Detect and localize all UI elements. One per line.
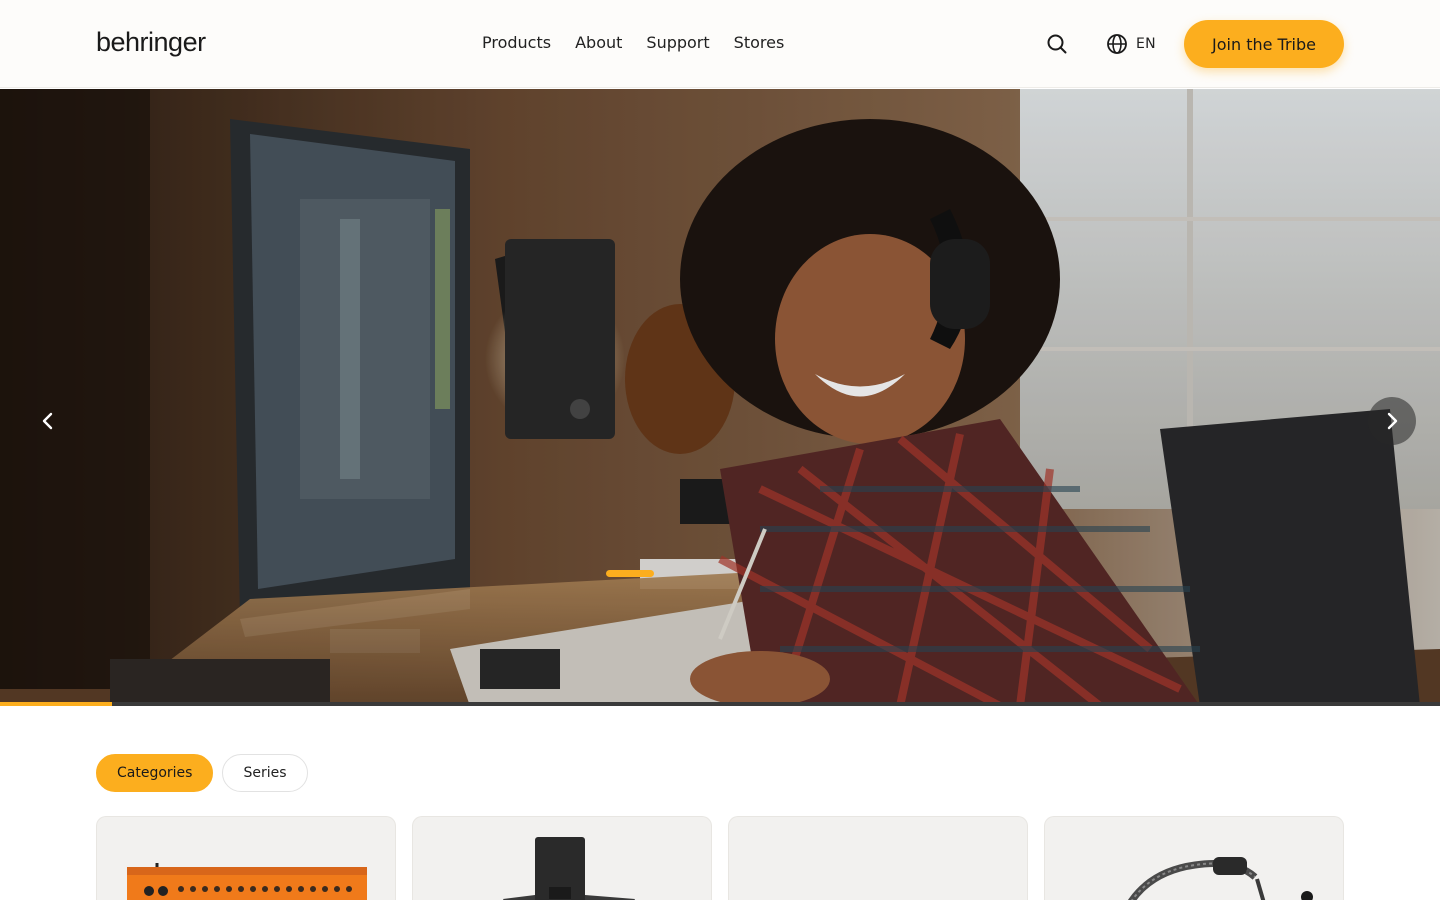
- hero-carousel: [0, 89, 1440, 706]
- nav-item-stores[interactable]: Stores: [734, 32, 785, 54]
- carousel-prev-button[interactable]: [24, 397, 72, 445]
- language-selector[interactable]: EN: [1106, 32, 1156, 56]
- search-icon: [1047, 34, 1067, 54]
- mixer-image: [127, 863, 367, 900]
- category-card[interactable]: [1044, 816, 1344, 900]
- nav-item-support[interactable]: Support: [646, 32, 709, 54]
- category-card[interactable]: [96, 816, 396, 900]
- behringer-logo[interactable]: behringer: [96, 26, 232, 60]
- headset-image: [1128, 857, 1313, 900]
- slide-progress-bar: [0, 702, 1440, 706]
- nav-item-about[interactable]: About: [575, 32, 622, 54]
- slide-progress-fill: [0, 702, 113, 706]
- hero-image: [0, 89, 1440, 706]
- slide-indicator-active[interactable]: [606, 570, 654, 577]
- speaker-image: [503, 837, 635, 900]
- chevron-left-icon: [42, 412, 53, 430]
- globe-icon: [1107, 34, 1127, 54]
- language-label: EN: [1136, 36, 1156, 52]
- tab-categories[interactable]: Categories: [96, 754, 214, 792]
- catalog-tabs: Categories Series: [96, 754, 308, 792]
- site-header: behringer Products About Support Stores …: [0, 0, 1440, 88]
- svg-text:behringer: behringer: [96, 27, 206, 57]
- category-card[interactable]: [728, 816, 1028, 900]
- tab-series[interactable]: Series: [222, 754, 308, 792]
- category-card[interactable]: [412, 816, 712, 900]
- carousel-next-button[interactable]: [1368, 397, 1416, 445]
- search-button[interactable]: [1044, 31, 1070, 57]
- nav-item-products[interactable]: Products: [482, 32, 551, 54]
- join-the-tribe-button[interactable]: Join the Tribe: [1184, 20, 1344, 68]
- category-cards: [96, 816, 1344, 900]
- main-nav: Products About Support Stores: [482, 32, 784, 54]
- chevron-right-icon: [1387, 412, 1398, 430]
